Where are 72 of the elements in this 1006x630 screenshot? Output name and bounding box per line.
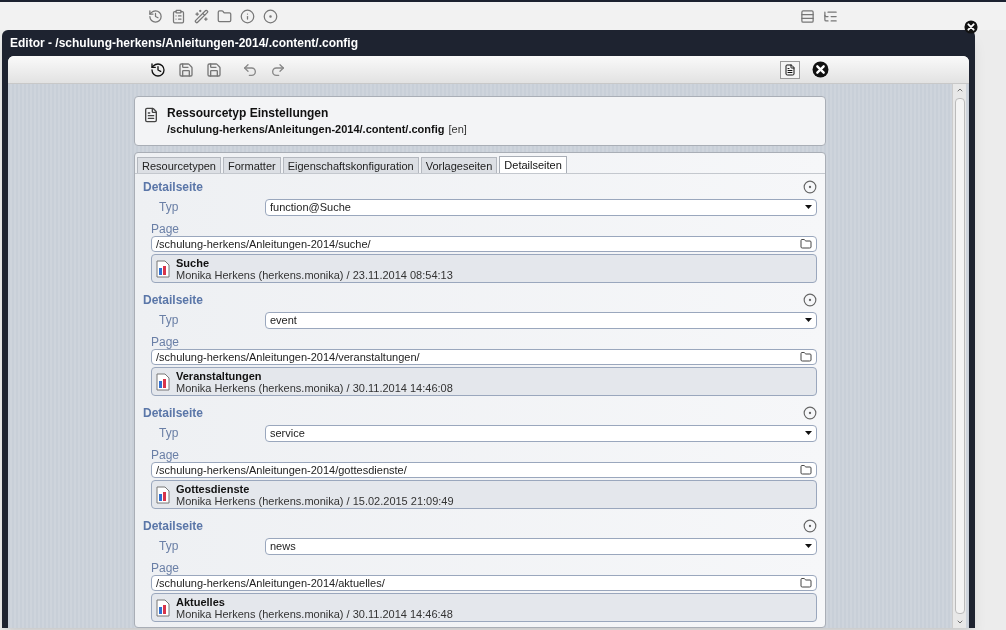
scroll-up-icon[interactable] [955,86,964,94]
clipboard-icon[interactable] [171,8,186,24]
header-path: /schulung-herkens/Anleitungen-2014/.content/.config [167,122,445,137]
field-label: Page [150,222,181,236]
section-heading: Detailseite [143,179,204,196]
scroll-down-icon[interactable] [955,618,964,626]
field-label: Typ [159,425,180,442]
field-label: Typ [159,312,180,329]
page-path-field[interactable]: /schulung-herkens/Anleitungen-2014/veranstaltungen/ [151,349,817,365]
dropdown-caret-icon [805,544,812,548]
info-icon[interactable] [240,8,255,24]
document-chart-icon [156,259,170,278]
dropdown-caret-icon [805,318,812,322]
section-heading: Detailseite [143,292,204,309]
field-label: Page [150,448,181,462]
folder-icon[interactable] [800,464,812,476]
tab[interactable]: Vorlageseiten [420,157,498,173]
options-icon[interactable] [803,406,817,420]
resource-meta: Monika Herkens (herkens.monika) / 30.11.2014 14:46:08 [176,381,453,394]
document-icon [143,107,159,123]
close-icon[interactable] [812,61,829,78]
resource-meta: Monika Herkens (herkens.monika) / 15.02.2015 21:09:49 [176,494,454,507]
document-chart-icon [156,372,170,391]
dropdown-caret-icon [805,205,812,209]
options-icon[interactable] [803,293,817,307]
field-label: Page [150,335,181,349]
target-icon[interactable] [263,8,278,24]
undo-icon[interactable] [242,61,258,78]
resource-title: Suche [176,256,210,269]
resource-title: Aktuelles [176,595,226,608]
scrollbar-thumb[interactable] [954,98,965,614]
tab[interactable]: Detailseiten [499,156,567,173]
tree-list-icon[interactable] [823,8,838,24]
page-path-field[interactable]: /schulung-herkens/Anleitungen-2014/aktuelles/ [151,575,817,591]
options-icon[interactable] [803,180,817,194]
help-button[interactable] [780,60,800,79]
section-heading: Detailseite [143,518,204,535]
type-select[interactable]: function@Suche [265,198,817,216]
field-label: Typ [159,199,180,216]
page-path-field[interactable]: /schulung-herkens/Anleitungen-2014/gottesdienste/ [151,462,817,478]
options-icon[interactable] [803,519,817,533]
tab[interactable]: Resourcetypen [137,157,221,173]
magic-wand-icon[interactable] [194,8,209,24]
close-icon[interactable] [964,20,978,34]
page-path-field[interactable]: /schulung-herkens/Anleitungen-2014/suche/ [151,236,817,252]
folder-icon[interactable] [800,351,812,363]
tab[interactable]: Eigenschaftskonfiguration [282,157,419,173]
document-chart-icon [156,598,170,617]
field-label: Typ [159,538,180,555]
save-icon[interactable] [206,61,222,78]
header-title: Ressourcetyp Einstellungen [167,105,330,121]
type-select[interactable]: service [265,424,817,442]
dropdown-caret-icon [805,431,812,435]
folder-icon[interactable] [800,238,812,250]
folder-icon[interactable] [800,577,812,589]
scrollbar[interactable] [952,84,966,628]
locale-label: [en] [448,122,467,137]
type-select[interactable]: event [265,311,817,329]
tab[interactable]: Formatter [223,157,281,173]
history-icon[interactable] [150,61,166,78]
window-title: Editor - /schulung-herkens/Anleitungen-2014/.content/.config [10,35,359,52]
field-label: Page [150,561,181,575]
resource-meta: Monika Herkens (herkens.monika) / 30.11.2014 14:46:48 [176,607,453,620]
list-icon[interactable] [800,8,815,24]
section-heading: Detailseite [143,405,204,422]
resource-title: Veranstaltungen [176,369,263,382]
type-select[interactable]: news [265,537,817,555]
folder-icon[interactable] [217,8,232,24]
resource-meta: Monika Herkens (herkens.monika) / 23.11.2014 08:54:13 [176,268,453,281]
resource-title: Gottesdienste [176,482,251,495]
redo-icon[interactable] [270,61,286,78]
document-chart-icon [156,485,170,504]
